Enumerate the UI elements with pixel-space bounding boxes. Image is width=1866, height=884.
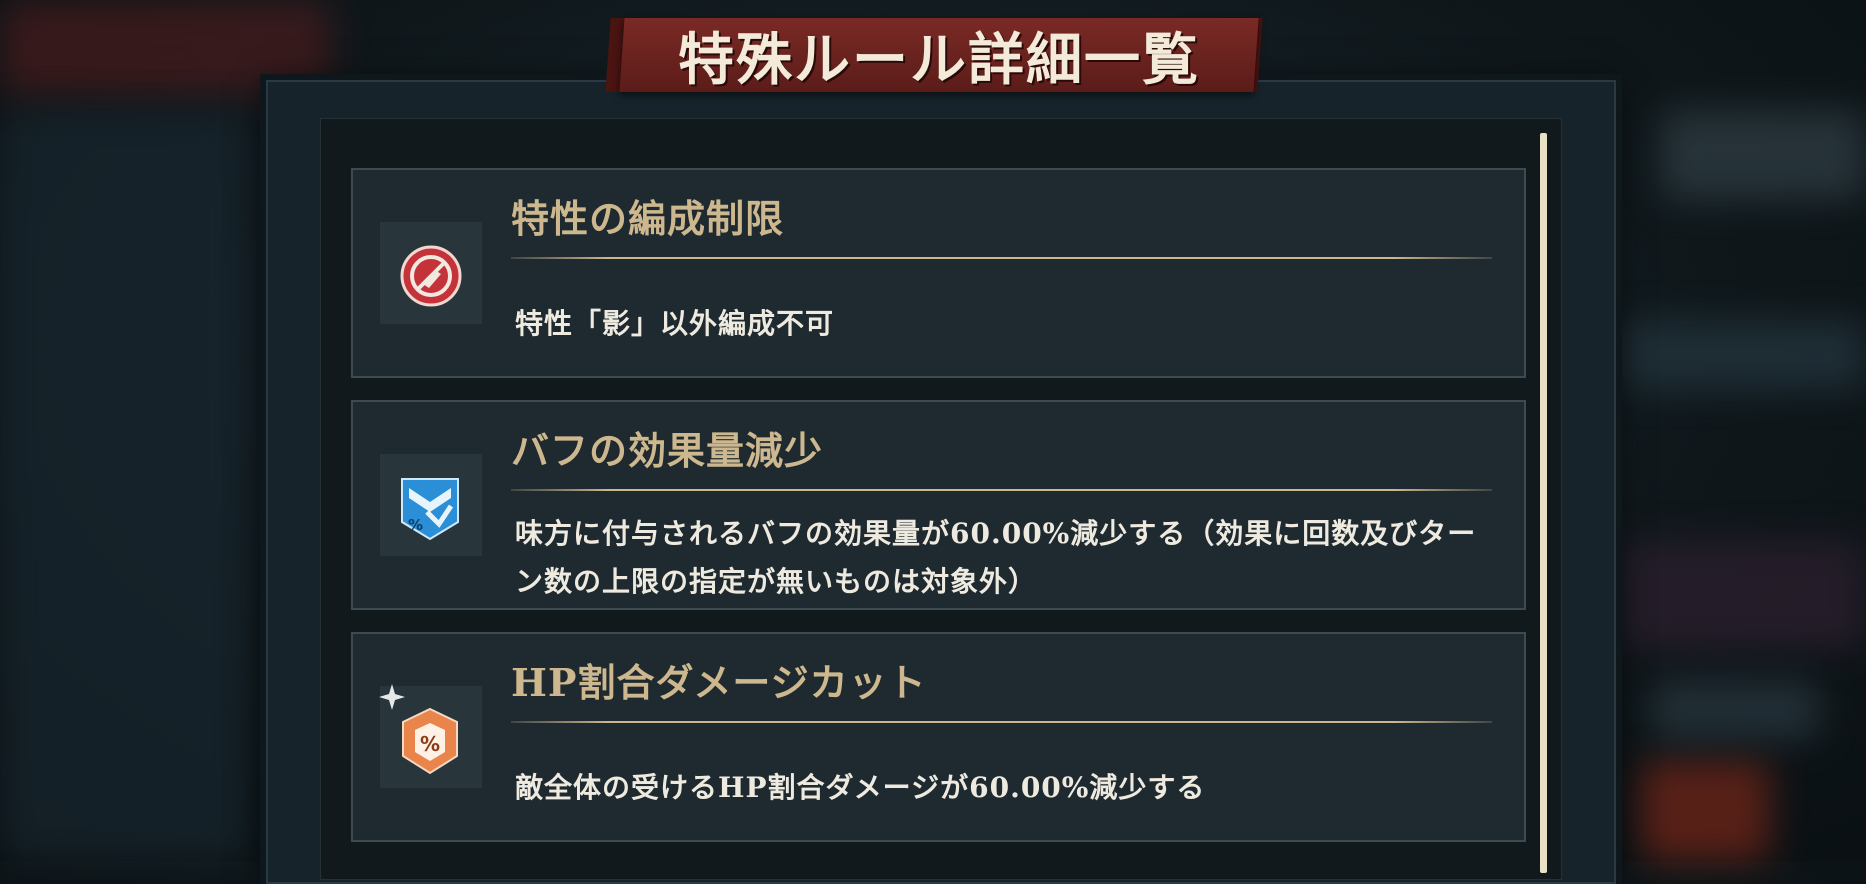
no-formation-icon <box>400 245 462 307</box>
icon-percent-label: % <box>420 732 440 756</box>
rule-title: バフの効果量減少 <box>511 428 824 473</box>
rule-title: HP割合ダメージカット <box>511 660 927 705</box>
rule-card: 特性の編成制限 特性「影」以外編成不可 <box>351 168 1526 378</box>
rule-description: 味方に付与されるバフの効果量が60.00%減少する（効果に回数及びターン数の上限… <box>515 517 1477 598</box>
divider <box>511 489 1492 491</box>
page-title: 特殊ルール詳細一覧 <box>678 26 1200 93</box>
background-panel <box>1620 540 1866 650</box>
rule-description: 特性「影」以外編成不可 <box>515 307 835 340</box>
rule-card: % バフの効果量減少 味方に付与されるバフの効果量が60.00%減少する（効果に… <box>351 400 1526 610</box>
buff-down-icon: % <box>401 478 459 541</box>
background-panel <box>0 110 250 861</box>
rule-description: 敵全体の受けるHP割合ダメージが60.00%減少する <box>515 771 1206 804</box>
percent-shield-icon: % <box>402 707 458 775</box>
rule-title: 特性の編成制限 <box>511 196 785 241</box>
scrollbar[interactable] <box>1540 133 1547 873</box>
divider <box>511 721 1492 723</box>
background-panel <box>1650 680 1820 740</box>
background-panel <box>1620 320 1866 390</box>
icon-percent-label: % <box>408 516 423 534</box>
background-panel <box>1640 760 1770 861</box>
divider <box>511 257 1492 259</box>
background-panel <box>1660 110 1866 200</box>
rule-card: % HP割合ダメージカット 敵全体の受けるHP割合ダメージが60.00%減少する <box>351 632 1526 842</box>
